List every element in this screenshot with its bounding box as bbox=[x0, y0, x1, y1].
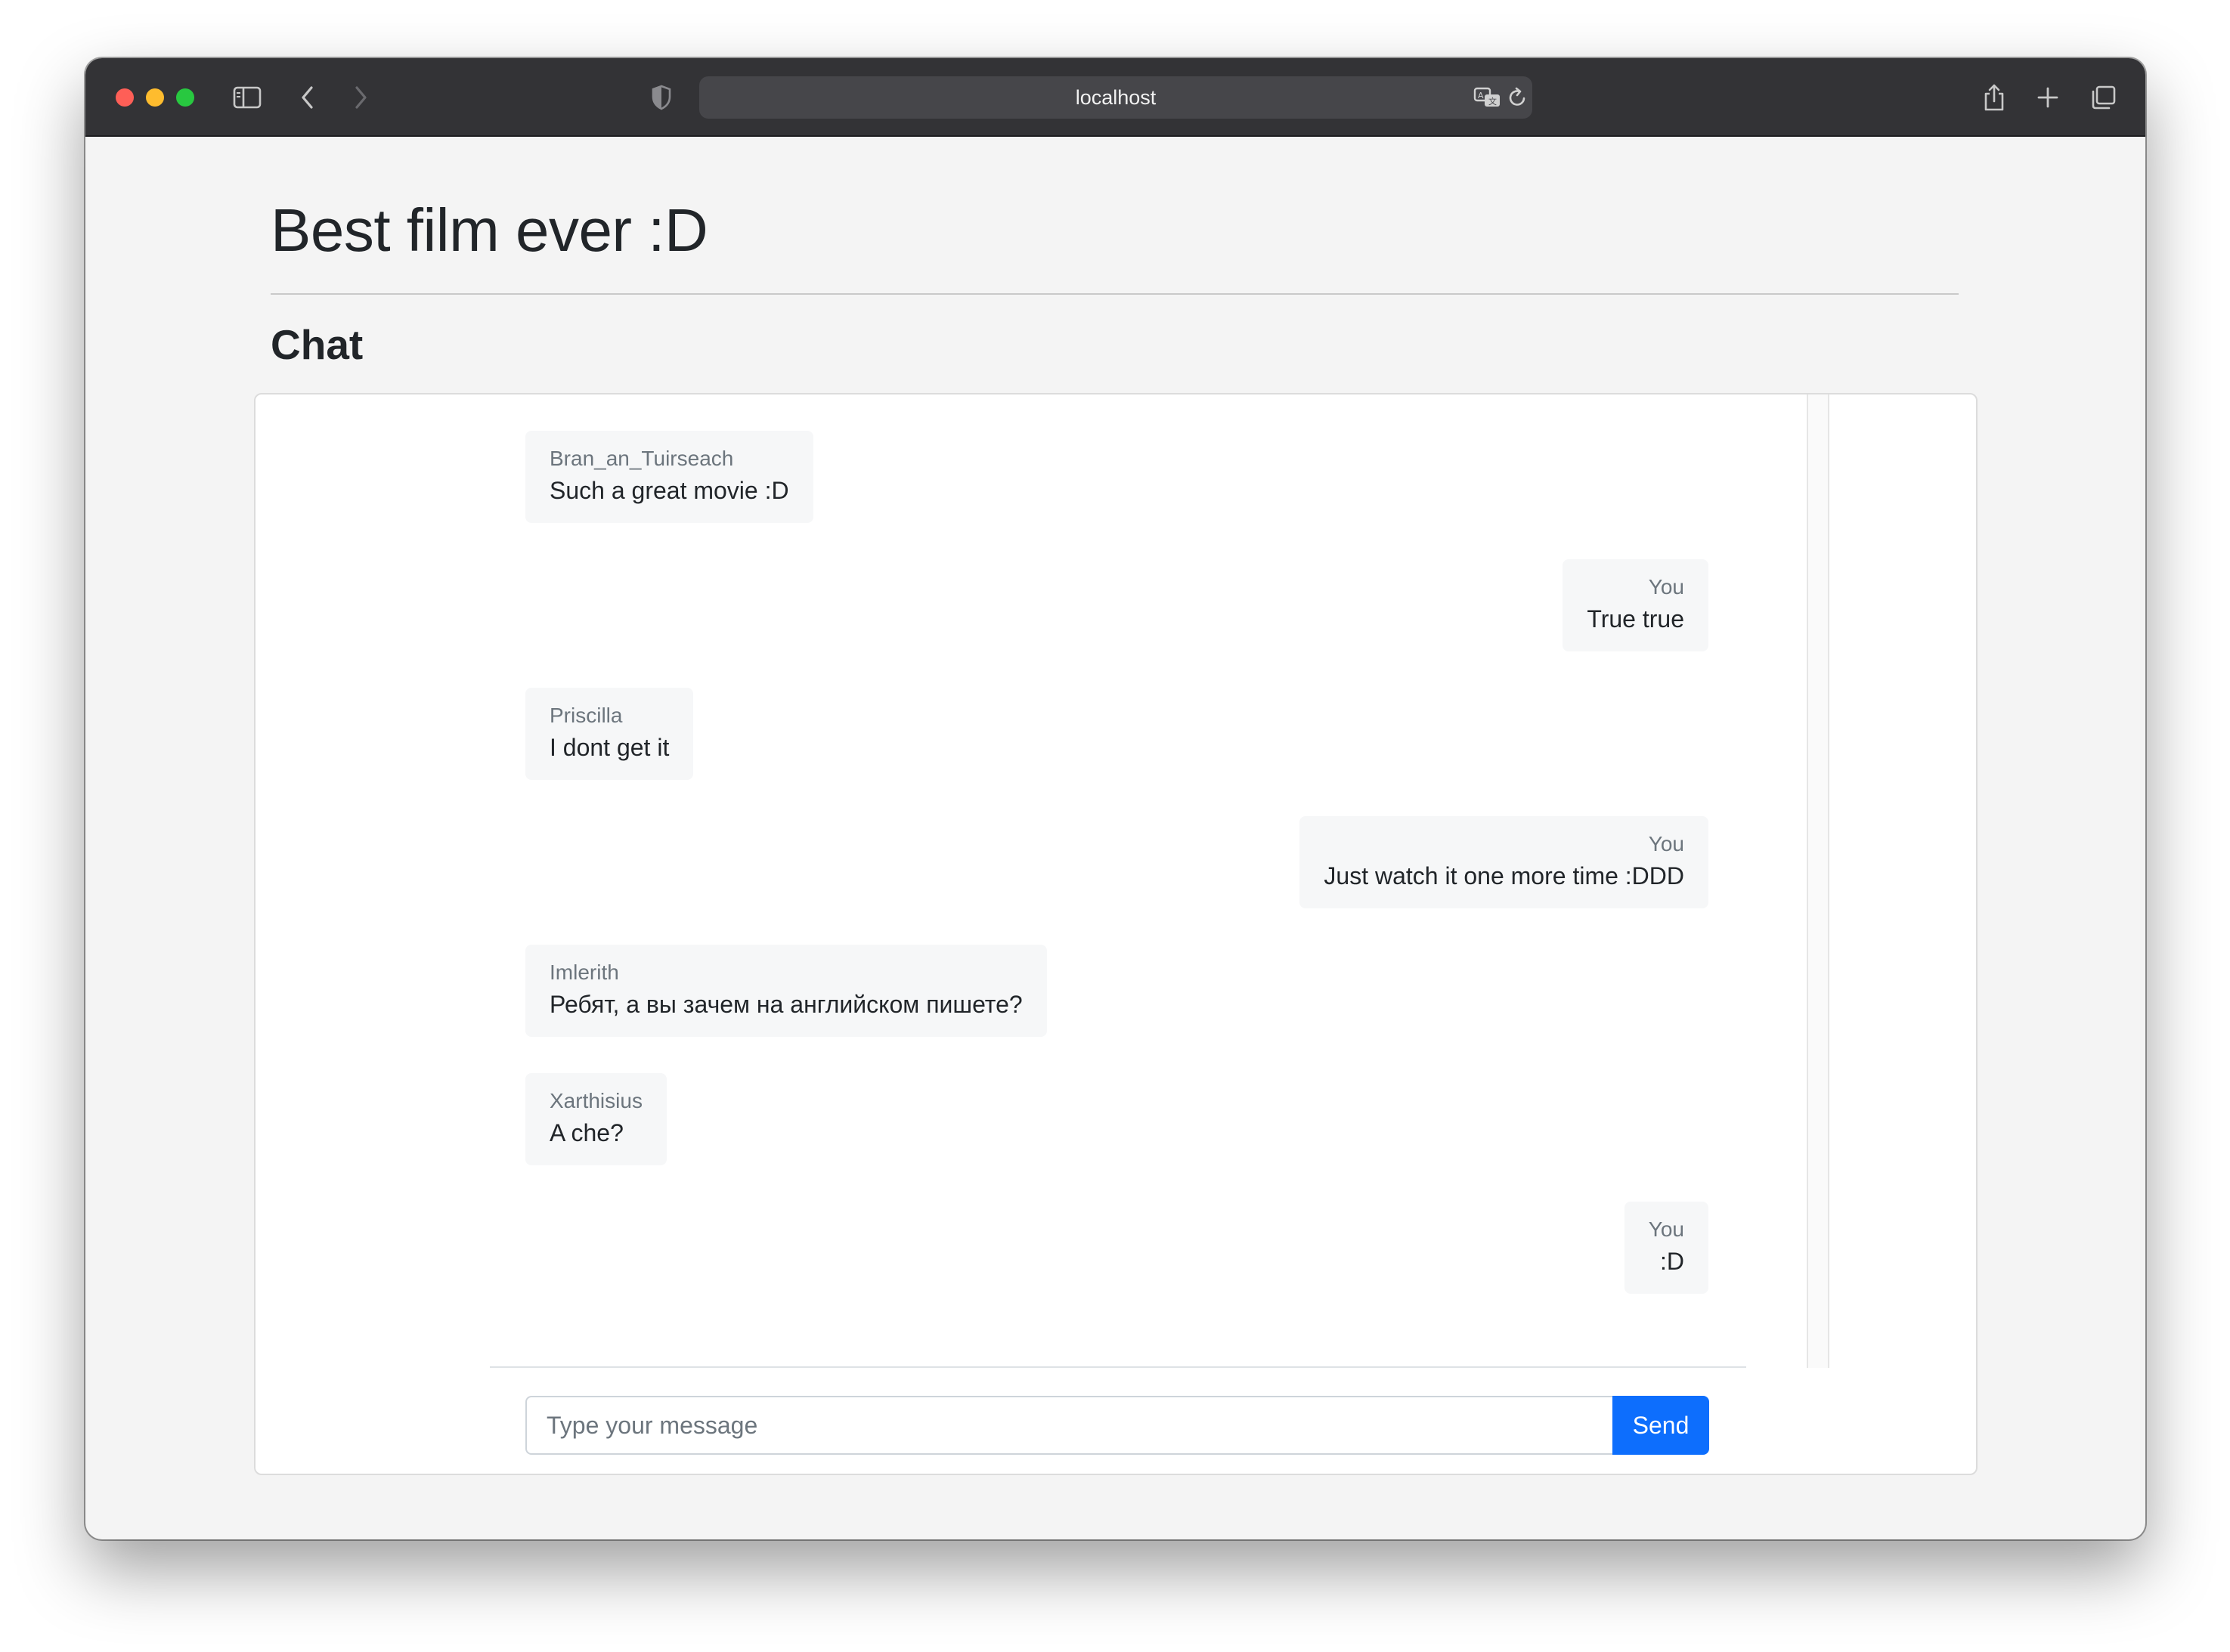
zoom-window-button[interactable] bbox=[176, 88, 194, 107]
privacy-shield-icon[interactable] bbox=[646, 84, 677, 111]
chat-section-title: Chat bbox=[271, 321, 364, 368]
message-author: You bbox=[1648, 832, 1684, 855]
page-content: Best film ever :D Chat Bran_an_Tuirseach… bbox=[85, 137, 2145, 1539]
message-text: Such a great movie :D bbox=[550, 477, 789, 504]
message-bubble: Priscilla I dont get it bbox=[525, 688, 694, 780]
minimize-window-button[interactable] bbox=[146, 88, 164, 107]
sidebar-toggle-icon[interactable] bbox=[232, 84, 262, 111]
message-bubble: Xarthisius A che? bbox=[525, 1073, 667, 1165]
messages-scrollbar[interactable] bbox=[1807, 394, 1829, 1368]
browser-window: localhost A文 Best film ever :D Chat Bran… bbox=[85, 58, 2145, 1539]
message-bubble: You True true bbox=[1563, 559, 1708, 651]
svg-text:A: A bbox=[1478, 91, 1484, 101]
message-bubble: Imlerith Ребят, а вы зачем на английском… bbox=[525, 945, 1047, 1037]
message-composer: Send bbox=[525, 1396, 1709, 1455]
new-tab-icon[interactable] bbox=[2033, 84, 2063, 111]
message-text: True true bbox=[1587, 605, 1684, 633]
send-button[interactable]: Send bbox=[1612, 1396, 1709, 1455]
message-bubble: Bran_an_Tuirseach Such a great movie :D bbox=[525, 431, 813, 523]
address-bar-url: localhost bbox=[1075, 85, 1157, 109]
message-text: :D bbox=[1660, 1248, 1684, 1275]
tab-overview-icon[interactable] bbox=[2088, 84, 2118, 111]
message-author: Imlerith bbox=[550, 961, 619, 984]
message-author: You bbox=[1648, 575, 1684, 599]
back-icon[interactable] bbox=[293, 84, 323, 111]
title-divider bbox=[271, 293, 1959, 295]
message-input[interactable] bbox=[525, 1396, 1612, 1455]
chat-card: Bran_an_Tuirseach Such a great movie :D … bbox=[254, 393, 1978, 1475]
message-bubble: You Just watch it one more time :DDD bbox=[1299, 816, 1708, 908]
message-text: A che? bbox=[550, 1119, 624, 1146]
svg-text:文: 文 bbox=[1488, 96, 1497, 107]
message-author: Xarthisius bbox=[550, 1089, 643, 1112]
address-bar[interactable]: localhost A文 bbox=[699, 76, 1532, 119]
chat-messages[interactable]: Bran_an_Tuirseach Such a great movie :D … bbox=[490, 394, 1746, 1368]
message-bubble: You :D bbox=[1624, 1202, 1708, 1294]
message-author: Bran_an_Tuirseach bbox=[550, 447, 734, 470]
close-window-button[interactable] bbox=[116, 88, 134, 107]
message-text: I dont get it bbox=[550, 734, 670, 761]
share-icon[interactable] bbox=[1979, 84, 2009, 111]
page-title: Best film ever :D bbox=[271, 196, 708, 264]
forward-icon[interactable] bbox=[345, 84, 376, 111]
message-text: Ребят, а вы зачем на английском пишете? bbox=[550, 991, 1023, 1018]
reload-icon[interactable] bbox=[1507, 85, 1528, 110]
message-author: You bbox=[1648, 1217, 1684, 1241]
browser-toolbar: localhost A文 bbox=[85, 58, 2145, 137]
message-text: Just watch it one more time :DDD bbox=[1324, 862, 1684, 889]
message-author: Priscilla bbox=[550, 704, 623, 727]
translate-icon[interactable]: A文 bbox=[1473, 85, 1502, 110]
